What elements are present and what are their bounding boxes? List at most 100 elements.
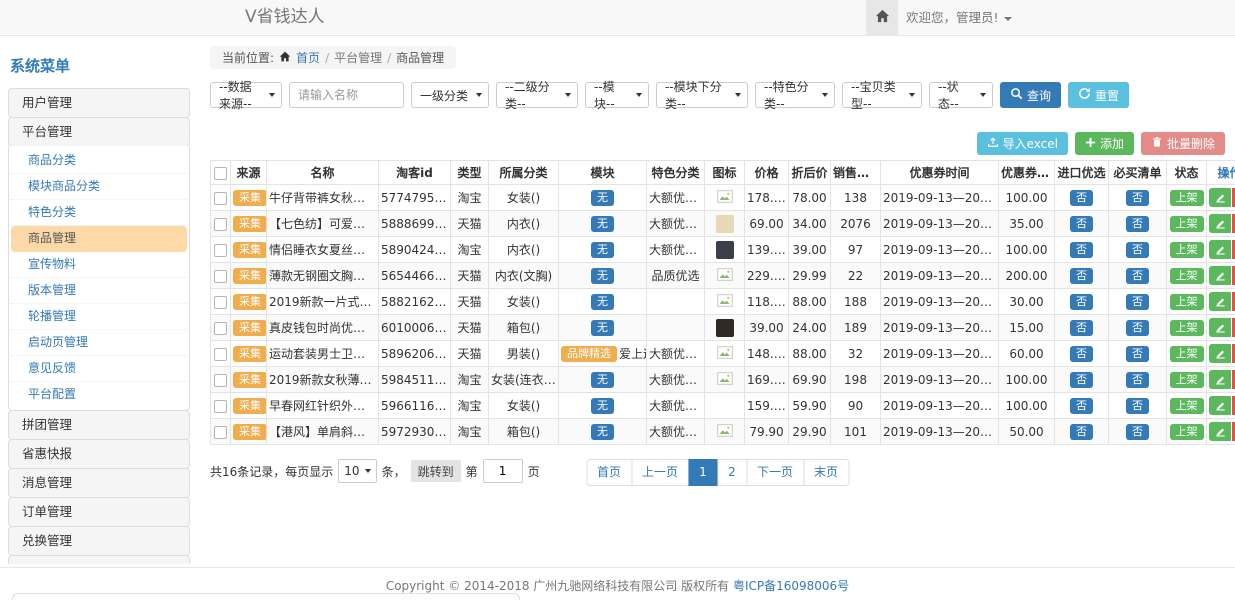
filter-select-data-source[interactable]: --数据来源-- — [210, 82, 282, 108]
filter-select-feature-category[interactable]: --特色分类-- — [755, 82, 835, 108]
must-buy-badge[interactable]: 否 — [1126, 242, 1149, 258]
sidebar-section-message-mgmt[interactable]: 消息管理 — [8, 468, 190, 498]
source-badge: 采集 — [233, 216, 267, 232]
sidebar-item-goods-category[interactable]: 商品分类 — [11, 148, 187, 174]
sidebar-item-feedback[interactable]: 意见反馈 — [11, 356, 187, 382]
name-search-input[interactable] — [289, 82, 404, 108]
import-select-badge[interactable]: 否 — [1070, 424, 1093, 440]
status-badge[interactable]: 上架 — [1170, 216, 1204, 232]
sidebar-item-platform-config[interactable]: 平台配置 — [11, 382, 187, 408]
cell-type: 天猫 — [451, 315, 489, 341]
status-badge[interactable]: 上架 — [1170, 190, 1204, 206]
user-menu[interactable]: 欢迎您，管理员! — [906, 0, 1012, 35]
filter-select-status[interactable]: --状态-- — [929, 82, 993, 108]
edit-button[interactable] — [1209, 266, 1231, 285]
edit-button[interactable] — [1209, 344, 1231, 363]
pager-next[interactable]: 下一页 — [746, 459, 804, 486]
status-badge[interactable]: 上架 — [1170, 320, 1204, 336]
edit-button[interactable] — [1209, 188, 1231, 207]
status-badge[interactable]: 上架 — [1170, 242, 1204, 258]
pager-2[interactable]: 2 — [717, 459, 747, 486]
sidebar-section-express-news[interactable]: 省惠快报 — [8, 439, 190, 469]
filter-select-module-sub-category[interactable]: --模块下分类-- — [656, 82, 748, 108]
import-select-badge[interactable]: 否 — [1070, 320, 1093, 336]
batch-delete-button[interactable]: 批量删除 — [1141, 132, 1225, 155]
sidebar-section-order-mgmt[interactable]: 订单管理 — [8, 497, 190, 527]
edit-button[interactable] — [1209, 318, 1231, 337]
must-buy-badge[interactable]: 否 — [1126, 268, 1149, 284]
status-badge[interactable]: 上架 — [1170, 424, 1204, 440]
sidebar-item-feature-category[interactable]: 特色分类 — [11, 200, 187, 226]
import-select-badge[interactable]: 否 — [1070, 242, 1093, 258]
must-buy-badge[interactable]: 否 — [1126, 398, 1149, 414]
filter-select-item-type[interactable]: --宝贝类型-- — [842, 82, 922, 108]
sidebar-item-goods-mgmt[interactable]: 商品管理 — [11, 226, 187, 252]
sidebar-section-groupbuy-mgmt[interactable]: 拼团管理 — [8, 410, 190, 440]
edit-button[interactable] — [1209, 396, 1231, 415]
icp-link[interactable]: 粤ICP备16098006号 — [733, 579, 849, 593]
import-select-badge[interactable]: 否 — [1070, 216, 1093, 232]
pager-1[interactable]: 1 — [688, 459, 718, 486]
must-buy-badge[interactable]: 否 — [1126, 346, 1149, 362]
add-button[interactable]: 添加 — [1075, 132, 1134, 155]
jump-page-input[interactable] — [483, 459, 523, 483]
row-checkbox[interactable] — [214, 400, 227, 413]
row-checkbox[interactable] — [214, 426, 227, 439]
must-buy-badge[interactable]: 否 — [1126, 190, 1149, 206]
edit-button[interactable] — [1209, 292, 1231, 311]
pager-prev[interactable]: 上一页 — [631, 459, 689, 486]
sidebar-item-promo-materials[interactable]: 宣传物料 — [11, 252, 187, 278]
sidebar-section-clipped-section[interactable] — [8, 555, 190, 564]
reset-button[interactable]: 重置 — [1068, 82, 1129, 108]
row-checkbox[interactable] — [214, 192, 227, 205]
row-checkbox[interactable] — [214, 244, 227, 257]
must-buy-badge[interactable]: 否 — [1126, 320, 1149, 336]
must-buy-badge[interactable]: 否 — [1126, 424, 1149, 440]
sidebar-item-module-goods-category[interactable]: 模块商品分类 — [11, 174, 187, 200]
must-buy-badge[interactable]: 否 — [1126, 216, 1149, 232]
jump-button[interactable]: 跳转到 — [411, 460, 461, 482]
must-buy-badge[interactable]: 否 — [1126, 372, 1149, 388]
must-buy-badge[interactable]: 否 — [1126, 294, 1149, 310]
status-badge[interactable]: 上架 — [1170, 398, 1204, 414]
row-actions — [1209, 266, 1235, 285]
sidebar-section-user-mgmt[interactable]: 用户管理 — [8, 88, 190, 118]
sidebar-section-platform-mgmt[interactable]: 平台管理 — [8, 117, 190, 147]
cell-icon — [705, 263, 745, 289]
row-checkbox[interactable] — [214, 374, 227, 387]
status-badge[interactable]: 上架 — [1170, 268, 1204, 284]
row-checkbox[interactable] — [214, 348, 227, 361]
pager-last[interactable]: 末页 — [803, 459, 849, 486]
pager-first[interactable]: 首页 — [586, 459, 632, 486]
import-select-badge[interactable]: 否 — [1070, 190, 1093, 206]
filter-select-module[interactable]: --模块-- — [585, 82, 649, 108]
edit-button[interactable] — [1209, 370, 1231, 389]
sidebar-item-splash-mgmt[interactable]: 启动页管理 — [11, 330, 187, 356]
row-checkbox[interactable] — [214, 218, 227, 231]
search-button[interactable]: 查询 — [1000, 82, 1061, 108]
edit-button[interactable] — [1209, 214, 1231, 233]
breadcrumb-home-link[interactable]: 首页 — [296, 49, 320, 66]
status-badge[interactable]: 上架 — [1170, 372, 1204, 388]
import-select-badge[interactable]: 否 — [1070, 372, 1093, 388]
select-all-checkbox[interactable] — [214, 167, 227, 180]
import-select-badge[interactable]: 否 — [1070, 268, 1093, 284]
sidebar-item-version-mgmt[interactable]: 版本管理 — [11, 278, 187, 304]
import-select-badge[interactable]: 否 — [1070, 346, 1093, 362]
sidebar-item-carousel-mgmt[interactable]: 轮播管理 — [11, 304, 187, 330]
home-button[interactable] — [866, 0, 898, 35]
import-select-badge[interactable]: 否 — [1070, 398, 1093, 414]
per-page-select[interactable]: 10 — [338, 459, 376, 483]
row-checkbox[interactable] — [214, 322, 227, 335]
filter-select-level1-category[interactable]: 一级分类 — [411, 82, 489, 108]
sidebar-section-exchange-mgmt[interactable]: 兑换管理 — [8, 526, 190, 556]
edit-button[interactable] — [1209, 240, 1231, 259]
row-checkbox[interactable] — [214, 296, 227, 309]
row-checkbox[interactable] — [214, 270, 227, 283]
edit-button[interactable] — [1209, 422, 1231, 441]
filter-select-level2-category[interactable]: --二级分类-- — [496, 82, 578, 108]
status-badge[interactable]: 上架 — [1170, 346, 1204, 362]
status-badge[interactable]: 上架 — [1170, 294, 1204, 310]
import-select-badge[interactable]: 否 — [1070, 294, 1093, 310]
import-excel-button[interactable]: 导入excel — [977, 132, 1068, 155]
